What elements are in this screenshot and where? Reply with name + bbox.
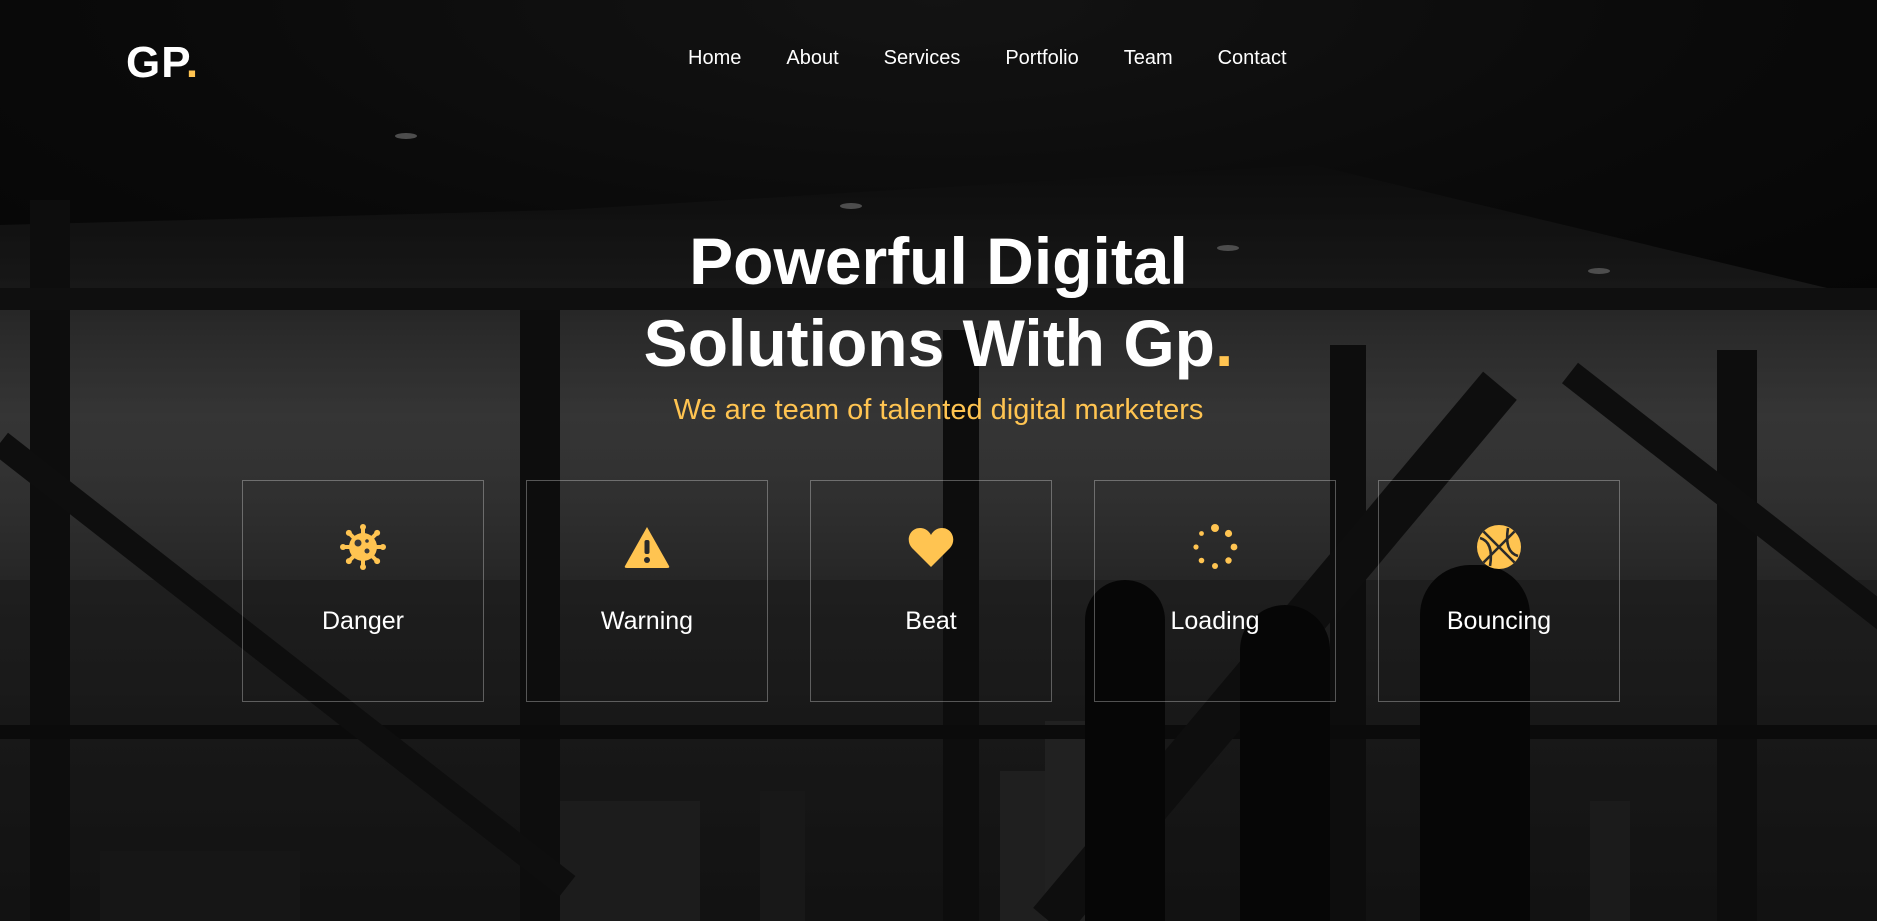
hero-subtitle: We are team of talented digital marketer…	[673, 394, 1204, 426]
feature-box-danger[interactable]: Danger	[242, 480, 484, 702]
nav-services[interactable]: Services	[884, 47, 961, 70]
main-nav: Home About Services Portfolio Team Conta…	[688, 47, 1287, 70]
feature-label-loading: Loading	[1170, 607, 1260, 635]
feature-box-bouncing[interactable]: Bouncing	[1378, 480, 1620, 702]
feature-label-warning: Warning	[600, 607, 694, 635]
feature-boxes: Danger Warning Beat Loading Bouncing	[242, 480, 1620, 702]
brand-dot: .	[185, 38, 200, 87]
virus-icon	[243, 523, 483, 571]
hero-background	[0, 0, 1877, 921]
nav-team[interactable]: Team	[1124, 47, 1173, 70]
feature-box-loading[interactable]: Loading	[1094, 480, 1336, 702]
hero-title-line1: Powerful Digital	[689, 224, 1188, 298]
nav-about[interactable]: About	[786, 47, 838, 70]
nav-home[interactable]: Home	[688, 47, 741, 70]
basketball-icon	[1379, 523, 1619, 571]
brand-logo[interactable]: GP.	[126, 38, 199, 88]
nav-portfolio[interactable]: Portfolio	[1005, 47, 1078, 70]
feature-label-beat: Beat	[905, 607, 957, 635]
feature-label-bouncing: Bouncing	[1446, 607, 1552, 635]
site-header: GP. Home About Services Portfolio Team C…	[0, 0, 1877, 120]
heart-icon	[811, 523, 1051, 571]
feature-box-beat[interactable]: Beat	[810, 480, 1052, 702]
hero-title-dot: .	[1214, 306, 1234, 380]
warning-icon	[527, 523, 767, 571]
hero-title-line2: Solutions With Gp	[643, 306, 1215, 380]
hero-title: Powerful Digital Solutions With Gp.	[0, 220, 1877, 384]
feature-label-danger: Danger	[322, 607, 404, 635]
nav-contact[interactable]: Contact	[1218, 47, 1287, 70]
spinner-icon	[1095, 523, 1335, 571]
feature-box-warning[interactable]: Warning	[526, 480, 768, 702]
brand-name: GP	[126, 38, 186, 87]
